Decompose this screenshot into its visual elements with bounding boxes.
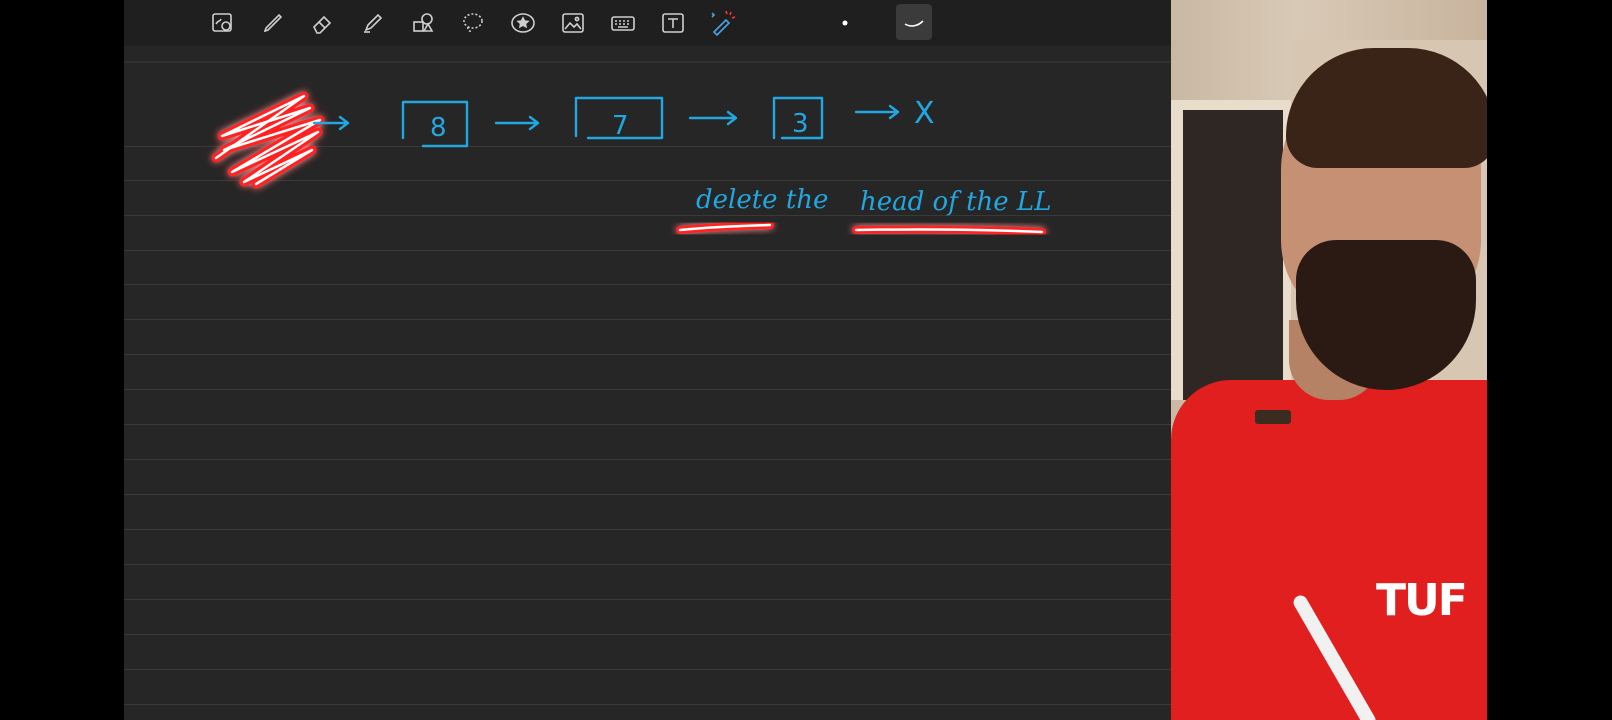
caption-left: delete the xyxy=(696,185,828,215)
linked-list-diagram xyxy=(312,96,900,148)
letterbox-right xyxy=(1487,0,1612,720)
scribbled-head-node xyxy=(211,91,325,189)
null-terminator: X xyxy=(914,96,935,131)
underline-highlights xyxy=(676,221,1046,236)
lapel-mic xyxy=(1255,410,1291,424)
letterbox-left xyxy=(0,0,124,720)
notebook-page[interactable]: 8 7 3 X delete the head of the LL xyxy=(124,0,1171,720)
arrow xyxy=(494,115,540,131)
shirt-logo: TUF xyxy=(1376,575,1468,626)
arrow xyxy=(854,104,900,120)
door xyxy=(1183,110,1283,400)
node-value-1: 8 xyxy=(430,113,447,143)
red-shirt xyxy=(1171,380,1487,720)
arrow xyxy=(688,110,738,126)
node-value-2: 7 xyxy=(612,111,629,141)
caption-right: head of the LL xyxy=(860,187,1051,217)
handwriting-canvas[interactable]: 8 7 3 X delete the head of the LL xyxy=(124,0,1171,720)
node-value-3: 3 xyxy=(792,109,809,139)
presenter-webcam: TUF xyxy=(1171,0,1487,720)
